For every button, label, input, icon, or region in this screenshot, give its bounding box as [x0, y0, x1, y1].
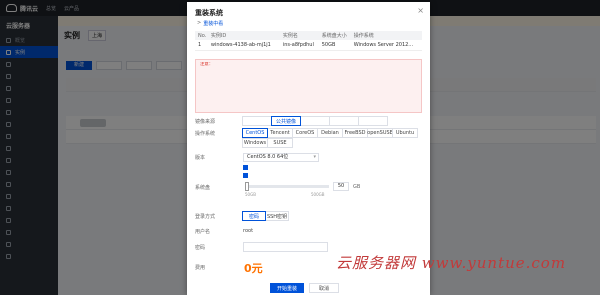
- option-tab[interactable]: Tencent: [267, 128, 293, 138]
- cell-instance-name: ins-a8fpdhul: [279, 40, 319, 51]
- option-tab[interactable]: Windows: [242, 138, 268, 148]
- col-instance-name: 实例名: [279, 31, 319, 40]
- step-indicator: > 重装中看: [195, 20, 223, 27]
- version-value: CentOS 8.0 64位: [247, 154, 289, 160]
- checkbox-checked-icon[interactable]: [243, 173, 248, 178]
- col-os: 操作系统: [350, 31, 422, 40]
- version-select[interactable]: CentOS 8.0 64位 ▾: [243, 153, 319, 162]
- slider-max: 500GB: [311, 192, 325, 197]
- disk-size-input[interactable]: 50: [333, 182, 349, 191]
- slider-min: 50GB: [245, 192, 256, 197]
- col-disk-size: 系统盘大小: [318, 31, 351, 40]
- price-value: 0元: [244, 262, 263, 275]
- option-tab[interactable]: FreeBSD: [342, 128, 368, 138]
- image-source-label: 镜像来源: [195, 119, 216, 125]
- warning-box: 注意：: [195, 59, 422, 113]
- option-tab[interactable]: openSUSE: [367, 128, 393, 138]
- username-label: 用户名: [195, 229, 211, 235]
- cell-disk-size: 50GB: [318, 40, 351, 51]
- option-tab[interactable]: 公共镜像: [271, 116, 301, 126]
- option-tab[interactable]: [242, 116, 272, 126]
- login-method-tabs: 密码 SSH密钥: [242, 211, 289, 221]
- dialog-title: 重装系统: [195, 9, 223, 17]
- close-icon[interactable]: ×: [417, 6, 424, 15]
- table-header-row: No. 实例ID 实例名 系统盘大小 操作系统: [195, 31, 422, 40]
- option-tab[interactable]: 密码: [242, 211, 266, 221]
- cell-no: 1: [195, 40, 208, 51]
- option-tab[interactable]: SUSE: [267, 138, 293, 148]
- password-label: 密码: [195, 245, 206, 251]
- slider-handle[interactable]: [245, 182, 249, 191]
- version-label: 版本: [195, 155, 206, 161]
- cell-os: Windows Server 2012...: [350, 40, 422, 51]
- start-reinstall-button[interactable]: 开始重装: [270, 283, 304, 293]
- selected-instances-table: No. 实例ID 实例名 系统盘大小 操作系统 1 windows-4138-a…: [195, 31, 422, 51]
- option-tab[interactable]: [358, 116, 388, 126]
- chevron-down-icon: ▾: [313, 154, 316, 160]
- system-disk-label: 系统盘: [195, 185, 211, 191]
- disk-size-slider[interactable]: [247, 185, 329, 188]
- password-field[interactable]: [243, 242, 328, 252]
- cancel-button[interactable]: 取消: [309, 283, 339, 293]
- username-value: root: [243, 228, 254, 234]
- checkbox-option-2[interactable]: [243, 173, 250, 178]
- warning-line: 注意：: [200, 62, 214, 67]
- col-instance-id: 实例ID: [207, 31, 280, 40]
- os-tabs: CentOS Tencent CoreOS Debian FreeBSD openSUSE…: [242, 128, 418, 138]
- step-2: >: [197, 20, 202, 26]
- watermark: 云服务器网 www.yuntue.com: [336, 254, 567, 272]
- option-tab[interactable]: CentOS: [242, 128, 268, 138]
- col-no: No.: [195, 31, 208, 40]
- option-tab[interactable]: [329, 116, 359, 126]
- checkbox-checked-icon[interactable]: [243, 165, 248, 170]
- option-tab[interactable]: CoreOS: [292, 128, 318, 138]
- image-source-tabs: 公共镜像: [242, 116, 388, 126]
- step-3: 重装中看: [203, 21, 224, 27]
- table-row: 1 windows-4138-ab-mj1j1 ins-a8fpdhul 50G…: [195, 40, 422, 51]
- checkbox-option-1[interactable]: [243, 165, 250, 170]
- option-tab[interactable]: Debian: [317, 128, 343, 138]
- price-label: 费用: [195, 265, 206, 271]
- os-label: 操作系统: [195, 131, 216, 137]
- option-tab[interactable]: SSH密钥: [265, 211, 289, 221]
- cell-instance-id: windows-4138-ab-mj1j1: [207, 40, 280, 51]
- os-tabs-row-2: Windows SUSE: [242, 138, 293, 148]
- disk-unit: GB: [353, 184, 361, 190]
- option-tab[interactable]: Ubuntu: [392, 128, 418, 138]
- option-tab[interactable]: [300, 116, 330, 126]
- login-method-label: 登录方式: [195, 214, 216, 220]
